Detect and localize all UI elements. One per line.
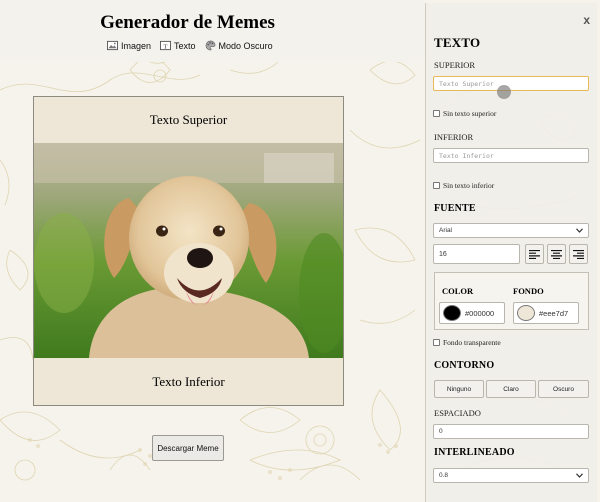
fuente-section-title: FUENTE xyxy=(434,203,476,214)
palette-icon xyxy=(205,40,215,51)
meme-top-text: Texto Superior xyxy=(149,112,228,127)
fondo-transparente-label: Fondo transparente xyxy=(443,338,501,347)
color-box: COLOR FONDO #000000 #eee7d7 xyxy=(434,272,589,330)
mouse-cursor xyxy=(497,85,511,99)
font-family-value: Arial xyxy=(439,227,453,234)
meme-preview: Texto Superior Texto Inferior xyxy=(33,96,344,406)
contorno-ninguno-button[interactable]: Ninguno xyxy=(434,380,484,398)
image-icon xyxy=(107,40,118,51)
sin-inferior-label: Sin texto inferior xyxy=(443,181,495,190)
align-left-button[interactable] xyxy=(525,244,544,264)
superior-text-input[interactable]: Texto Superior xyxy=(433,76,589,91)
nav-imagen[interactable]: Imagen xyxy=(107,40,151,51)
close-panel-button[interactable]: x xyxy=(583,13,590,27)
font-size-input[interactable]: 16 xyxy=(433,244,520,264)
fondo-color-value: #eee7d7 xyxy=(539,308,569,318)
sin-inferior-checkbox[interactable]: Sin texto inferior xyxy=(433,181,494,190)
contorno-claro-button[interactable]: Claro xyxy=(486,380,536,398)
svg-text:T: T xyxy=(164,43,168,50)
font-family-select[interactable]: Arial xyxy=(433,223,589,238)
superior-label: SUPERIOR xyxy=(434,60,476,70)
app-title: Generador de Memes xyxy=(100,12,275,33)
settings-panel: x TEXTO SUPERIOR Texto Superior Sin text… xyxy=(425,3,597,502)
align-center-button[interactable] xyxy=(547,244,566,264)
color-label: COLOR xyxy=(442,286,474,296)
meme-bottom-text: Texto Inferior xyxy=(152,373,225,389)
align-center-icon xyxy=(551,249,562,259)
color-swatch xyxy=(443,305,461,321)
checkbox-box xyxy=(433,182,440,189)
fondo-label: FONDO xyxy=(513,286,544,296)
nav-modo-oscuro[interactable]: Modo Oscuro xyxy=(205,40,273,51)
nav-texto-label: Texto xyxy=(174,40,196,51)
fondo-swatch xyxy=(517,305,535,321)
nav-modo-oscuro-label: Modo Oscuro xyxy=(218,40,273,51)
interlineado-section-title: INTERLINEADO xyxy=(434,447,515,458)
background-color-picker[interactable]: #eee7d7 xyxy=(513,302,579,324)
checkbox-box xyxy=(433,110,440,117)
meme-image xyxy=(34,143,343,358)
dog-photo xyxy=(34,143,343,358)
texto-section-title: TEXTO xyxy=(434,35,481,50)
inferior-text-input[interactable]: Texto Inferior xyxy=(433,148,589,163)
chevron-down-icon xyxy=(576,228,583,233)
espaciado-input[interactable]: 0 xyxy=(433,424,589,439)
interlineado-value: 0.8 xyxy=(439,472,449,479)
nav-texto[interactable]: T Texto xyxy=(160,40,196,51)
sin-superior-label: Sin texto superior xyxy=(443,109,497,118)
align-left-icon xyxy=(529,249,540,259)
checkbox-box xyxy=(433,339,440,346)
sin-superior-checkbox[interactable]: Sin texto superior xyxy=(433,109,496,118)
align-right-button[interactable] xyxy=(569,244,588,264)
text-color-value: #000000 xyxy=(465,308,495,318)
text-color-picker[interactable]: #000000 xyxy=(439,302,505,324)
contorno-section-title: CONTORNO xyxy=(434,360,495,371)
text-icon: T xyxy=(160,40,172,50)
nav-imagen-label: Imagen xyxy=(121,40,152,51)
interlineado-select[interactable]: 0.8 xyxy=(433,468,589,483)
chevron-down-icon xyxy=(576,473,583,478)
align-right-icon xyxy=(573,249,584,259)
header-bar: Generador de Memes Imagen T Texto Modo O… xyxy=(0,0,425,62)
inferior-label: INFERIOR xyxy=(434,132,474,142)
espaciado-label: ESPACIADO xyxy=(434,408,481,418)
download-meme-button[interactable]: Descargar Meme xyxy=(152,435,224,461)
fondo-transparente-checkbox[interactable]: Fondo transparente xyxy=(433,338,501,347)
nav-bar: Imagen T Texto Modo Oscuro xyxy=(107,40,273,51)
contorno-oscuro-button[interactable]: Oscuro xyxy=(538,380,589,398)
